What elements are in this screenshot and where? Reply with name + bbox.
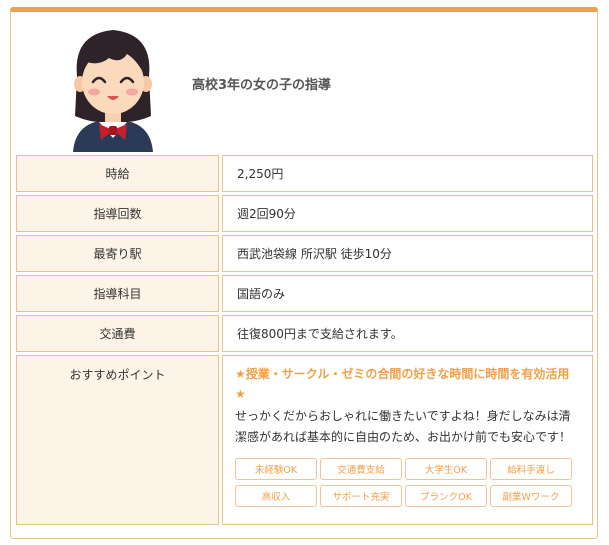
row-transport: 交通費 往復800円まで支給されます。 [16,315,593,352]
job-title: 高校3年の女の子の指導 [192,78,332,93]
catch-copy-line-2: ★ [235,387,246,401]
row-label: 時給 [16,155,219,192]
row-value: ★授業・サークル・ゼミの合間の好きな時間に時間を有効活用 ★ せっかくだからおし… [222,355,593,525]
row-subject: 指導科目 国語のみ [16,275,593,312]
feature-tags: 未経験OK 交通費支給 大学生OK 給料手渡し 高収入 サポート充実 ブランクO… [235,458,572,507]
row-frequency: 指導回数 週2回90分 [16,195,593,232]
row-label: 最寄り駅 [16,235,219,272]
row-recommend-point: おすすめポイント ★授業・サークル・ゼミの合間の好きな時間に時間を有効活用 ★ … [16,355,593,525]
row-hourly-wage: 時給 2,250円 [16,155,593,192]
row-label: 交通費 [16,315,219,352]
row-label: おすすめポイント [16,355,219,525]
row-station: 最寄り駅 西武池袋線 所沢駅 徒歩10分 [16,235,593,272]
job-header: 高校3年の女の子の指導 [11,12,597,154]
row-value: 西武池袋線 所沢駅 徒歩10分 [222,235,593,272]
job-details-table: 時給 2,250円 指導回数 週2回90分 最寄り駅 西武池袋線 所沢駅 徒歩1… [16,155,593,528]
tag-side-job[interactable]: 副業Wワーク [490,485,572,507]
description-line-1: せっかくだからおしゃれに働きたいですよね！身だしなみは清 [235,409,571,423]
tag-high-income[interactable]: 高収入 [235,485,317,507]
row-value: 週2回90分 [222,195,593,232]
row-value: 往復800円まで支給されます。 [222,315,593,352]
row-value: 国語のみ [222,275,593,312]
tag-no-experience[interactable]: 未経験OK [235,458,317,480]
tag-hand-payment[interactable]: 給料手渡し [490,458,572,480]
tag-university-ok[interactable]: 大学生OK [405,458,487,480]
row-value: 2,250円 [222,155,593,192]
tag-blank-ok[interactable]: ブランクOK [405,485,487,507]
description-line-2: 潔感があれば基本的に自由のため、お出かけ前でも安心です！ [235,430,572,444]
tag-support[interactable]: サポート充実 [320,485,402,507]
tag-transport-paid[interactable]: 交通費支給 [320,458,402,480]
job-card: 高校3年の女の子の指導 時給 2,250円 指導回数 週2回90分 最寄り駅 西… [10,7,598,539]
student-girl-icon [73,30,153,152]
row-label: 指導回数 [16,195,219,232]
row-label: 指導科目 [16,275,219,312]
catch-copy-line-1: ★授業・サークル・ゼミの合間の好きな時間に時間を有効活用 [235,367,570,381]
